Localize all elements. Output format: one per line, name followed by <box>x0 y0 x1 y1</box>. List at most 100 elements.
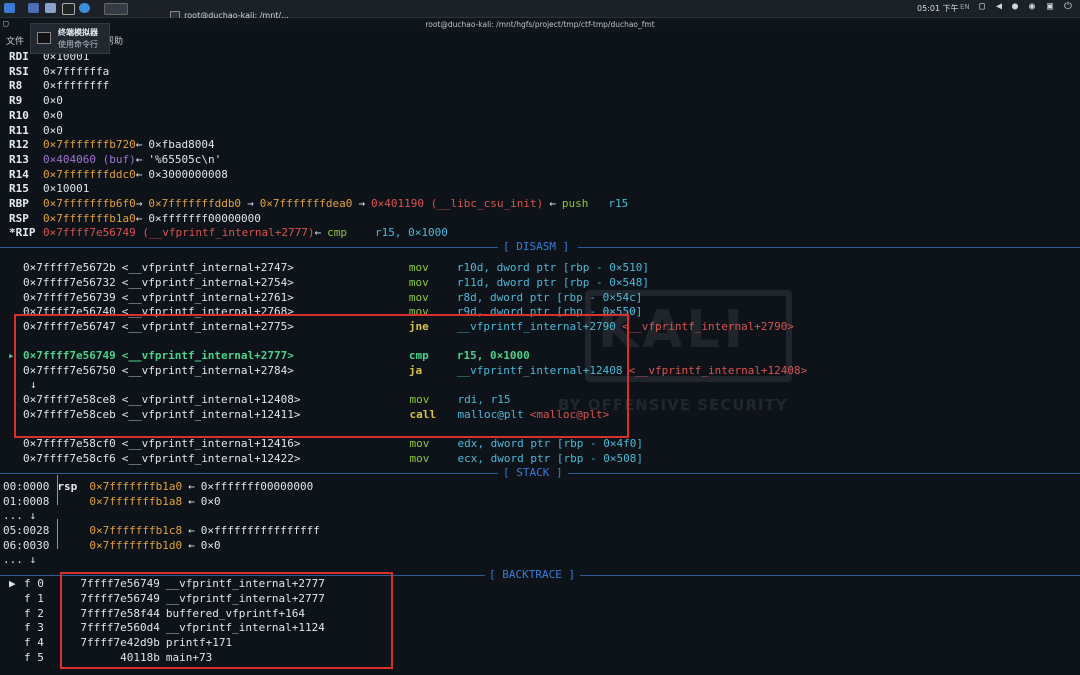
disasm-symbol: <__vfprintf_internal+2747> <box>121 261 294 274</box>
register-value: 0×7ffffffa <box>43 64 110 78</box>
screen-icon[interactable]: ▢ <box>979 1 985 12</box>
register-row: *RIP 0×7ffff7e56749 (__vfprintf_internal+… <box>9 226 448 239</box>
backtrace-rule-right <box>580 575 1080 576</box>
chain-value: 0×7fffffffddb0 <box>148 197 242 210</box>
disasm-address: 0×7ffff7e58cf6 <box>23 452 116 465</box>
disasm-op: mov <box>409 437 430 450</box>
disasm-line: 0×7ffff7e56739 <__vfprintf_internal+2761>… <box>0 291 642 304</box>
register-row: R12 0×7fffffffb720← 0×fbad8004 <box>9 138 215 151</box>
register-value: 0×7fffffffb6f0 <box>43 197 136 210</box>
disasm-ref: <__vfprintf_internal+2790> <box>621 320 795 333</box>
logout-icon[interactable]: ⏻ <box>1064 1 1072 12</box>
stack-divider <box>57 519 58 534</box>
volume-icon[interactable]: ◀ <box>996 1 1002 12</box>
pointer-arrow: ← <box>314 226 322 240</box>
register-row: R13 0×404060 (buf)← '%65505c\n' <box>9 153 221 166</box>
stack-divider <box>57 490 58 505</box>
disasm-rule-right <box>578 247 1080 248</box>
register-name: R9 <box>9 94 23 108</box>
disasm-rule-left <box>0 247 498 248</box>
stack-rule-left <box>0 473 498 474</box>
taskbar: root@duchao-kali: /mnt/... 05:01 下午 EN ▢… <box>0 0 1080 20</box>
register-value: 0×10001 <box>43 182 90 196</box>
stack-skip-row: ... ↓ <box>3 553 36 566</box>
register-value: 0×7ffff7e56749 (__vfprintf_internal+2777… <box>43 226 315 240</box>
instruction-args: r15, 0×1000 <box>375 226 448 240</box>
disasm-line: 0×7ffff7e58cf0 <__vfprintf_internal+12416… <box>0 437 643 450</box>
frame-label: f 5 <box>24 651 44 664</box>
chain-value: 0×401190 (__libc_csu_init) <box>371 197 544 210</box>
register-row: R8 0×ffffffff <box>9 79 109 92</box>
backtrace-header: [ BACKTRACE ] <box>489 568 576 581</box>
register-name: R14 <box>9 167 29 181</box>
clock[interactable]: 05:01 下午 <box>917 3 959 14</box>
disasm-symbol: <__vfprintf_internal+2754> <box>121 276 294 289</box>
stack-value: 0×0 <box>200 495 221 508</box>
register-value: 0×0 <box>43 108 63 122</box>
pointer-arrow: → <box>135 197 143 210</box>
desktop-icon[interactable] <box>28 3 39 13</box>
register-row: RBP 0×7fffffffb6f0→ 0×7fffffffddb0 → 0×7ffff… <box>9 197 628 210</box>
disasm-args: r8d, dword ptr [rbp - 0×54c] <box>456 291 643 304</box>
menu-file[interactable]: 文件 <box>6 34 24 47</box>
register-row: R15 0×10001 <box>9 182 89 195</box>
stack-row: 06:0030 0×7fffffffb1d0 ← 0×0 <box>3 539 221 552</box>
disasm-address: 0×7ffff7e56739 <box>23 291 116 304</box>
register-value: 0×7fffffffb720 <box>43 138 136 152</box>
disasm-op: mov <box>408 291 429 304</box>
stack-register: rsp <box>57 480 78 493</box>
pointer-arrow: ← <box>135 167 143 181</box>
register-value: 0×ffffffff <box>43 79 110 93</box>
stack-offset: 05:0028 <box>3 524 50 537</box>
register-name: R10 <box>9 108 29 122</box>
language-indicator[interactable]: EN <box>960 3 970 11</box>
disasm-address: 0×7ffff7e58cf0 <box>23 437 116 450</box>
disasm-args: ecx, dword ptr [rbp - 0×508] <box>457 452 643 465</box>
register-name: *RIP <box>9 226 36 240</box>
app-menu-icon[interactable] <box>4 3 15 13</box>
disasm-args: r11d, dword ptr [rbp - 0×548] <box>456 276 649 289</box>
window-switch-icon[interactable] <box>104 3 128 15</box>
register-name: R11 <box>9 123 29 137</box>
disasm-args: edx, dword ptr [rbp - 0×4f0] <box>457 437 643 450</box>
disasm-op: mov <box>408 276 429 289</box>
register-value: 0×404060 (buf) <box>43 152 136 166</box>
stack-row: 05:0028 0×7fffffffb1c8 ← 0×ffffffffffffffff <box>3 524 320 537</box>
frame-label: f 4 <box>24 636 44 650</box>
pointer-arrow: ← <box>188 495 195 508</box>
stack-row: 01:0008 0×7fffffffb1a8 ← 0×0 <box>3 495 221 508</box>
disasm-op: mov <box>408 261 429 274</box>
stack-rule-right <box>568 473 1080 474</box>
notification-icon[interactable]: ● <box>1012 1 1018 12</box>
pointer-value: 0×3000000008 <box>148 167 228 181</box>
register-value: 0×7fffffffddc0 <box>43 167 136 181</box>
instruction-args: r15 <box>608 197 629 210</box>
chain-value: 0×7fffffffdea0 <box>259 197 353 210</box>
register-row: R11 0×0 <box>9 124 63 137</box>
pointer-arrow: ← <box>188 480 195 493</box>
pointer-arrow: ← <box>549 197 556 210</box>
pointer-arrow: ← <box>135 138 143 152</box>
register-row: R10 0×0 <box>9 109 63 122</box>
stack-header: [ STACK ] <box>503 466 563 479</box>
pointer-arrow: ← <box>188 524 195 537</box>
lock-icon[interactable]: ▣ <box>1047 1 1053 12</box>
terminal-icon[interactable] <box>62 3 75 15</box>
frame-marker: ▶ <box>9 577 23 590</box>
disasm-address: 0×7ffff7e56732 <box>23 276 116 289</box>
pointer-value: 0×fbad8004 <box>148 138 215 152</box>
disasm-header: [ DISASM ] <box>503 240 570 253</box>
tooltip: 终端模拟器 使用命令行 <box>30 23 110 54</box>
file-manager-icon[interactable] <box>45 3 56 13</box>
disasm-symbol: <__vfprintf_internal+2761> <box>121 291 294 304</box>
highlight-box-disasm <box>14 314 629 438</box>
stack-skip: ... ↓ <box>3 553 37 566</box>
pointer-arrow: ← <box>135 152 143 166</box>
stack-divider <box>57 475 58 490</box>
power-icon[interactable]: ◉ <box>1029 1 1035 12</box>
browser-icon[interactable] <box>79 3 90 13</box>
register-row: RSP 0×7fffffffb1a0← 0×fffffff00000000 <box>9 212 261 225</box>
disasm-args: r10d, dword ptr [rbp - 0×510] <box>456 261 649 274</box>
stack-offset: 00:0000 <box>3 480 50 493</box>
frame-label: f 2 <box>24 606 44 620</box>
